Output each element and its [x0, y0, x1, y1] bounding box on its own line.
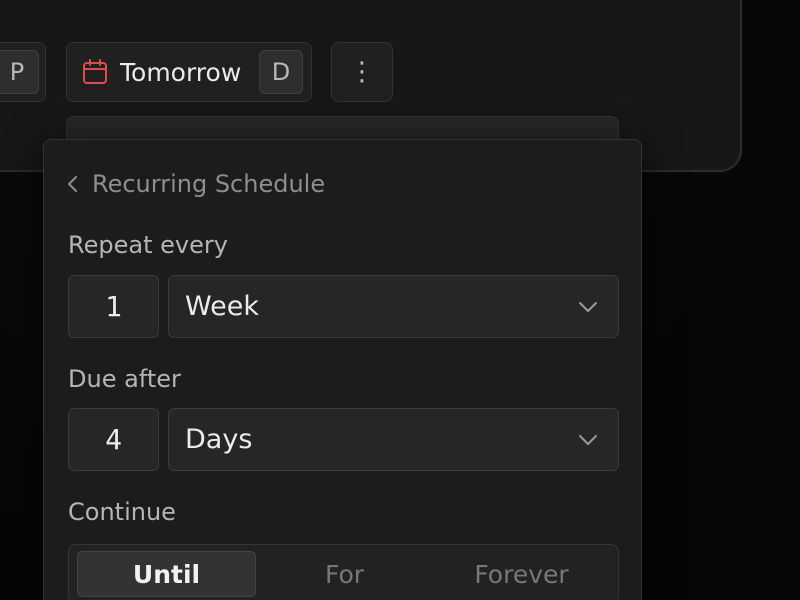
priority-shortcut-key: P [0, 50, 39, 94]
due-unit-value: Days [185, 424, 253, 455]
due-interval-input[interactable]: 4 [68, 408, 159, 471]
popover-title: Recurring Schedule [92, 170, 326, 198]
popover-back-button[interactable]: Recurring Schedule [66, 170, 325, 198]
repeat-unit-value: Week [185, 291, 259, 322]
due-date-chip[interactable]: Tomorrow D [66, 42, 312, 102]
chevron-down-icon [579, 434, 597, 445]
chevron-down-icon [579, 301, 597, 312]
segment-until[interactable]: Until [77, 551, 256, 597]
due-date-shortcut-key: D [259, 50, 303, 94]
due-after-label: Due after [68, 365, 181, 393]
continue-label: Continue [68, 498, 176, 526]
repeat-unit-select[interactable]: Week [168, 275, 619, 338]
due-unit-select[interactable]: Days [168, 408, 619, 471]
continue-segmented-control: Until For Forever [68, 544, 619, 600]
chevron-left-icon [68, 176, 77, 192]
repeat-interval-input[interactable]: 1 [68, 275, 159, 338]
recurring-schedule-popover: Recurring Schedule Repeat every 1 Week D… [43, 139, 642, 600]
due-date-label: Tomorrow [120, 57, 242, 87]
repeat-every-label: Repeat every [68, 231, 228, 259]
more-options-button[interactable]: ⋮ [331, 42, 393, 102]
priority-chip[interactable]: P [0, 42, 46, 102]
segment-forever[interactable]: Forever [433, 551, 610, 597]
segment-for[interactable]: For [256, 551, 433, 597]
app-stage: P Tomorrow D ⋮ Recurring Schedule Repeat… [0, 0, 800, 600]
more-vertical-icon: ⋮ [349, 57, 375, 87]
calendar-icon [83, 59, 107, 84]
